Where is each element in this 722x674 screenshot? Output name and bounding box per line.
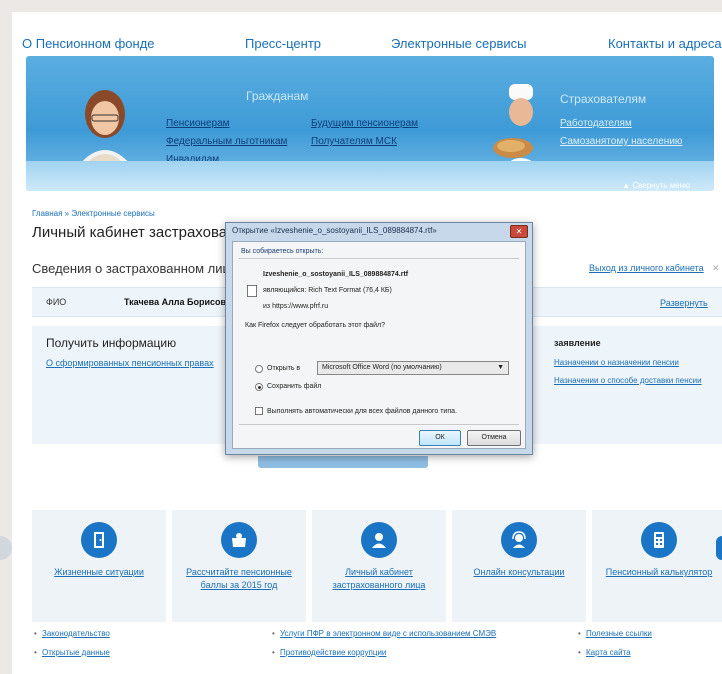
dialog-body: Вы собираетесь открыть: Izveshenie_o_sos… bbox=[232, 241, 526, 449]
footer-link-useful[interactable]: Полезные ссылки bbox=[586, 629, 652, 638]
document-icon bbox=[247, 285, 257, 297]
minimize-menu-link[interactable]: ▲ Свернуть меню bbox=[622, 181, 690, 190]
bullet: • bbox=[34, 629, 37, 638]
wallet-icon bbox=[221, 522, 257, 558]
exit-icon[interactable]: ✕ bbox=[712, 263, 720, 274]
close-icon[interactable]: ✕ bbox=[510, 225, 528, 238]
woman-photo bbox=[78, 90, 132, 166]
open-with-value: Microsoft Office Word (по умолчанию) bbox=[322, 364, 442, 371]
application-title: заявление bbox=[554, 338, 601, 348]
service-card-calculator[interactable]: Пенсионный калькулятор bbox=[592, 510, 722, 622]
service-card-life-situations[interactable]: Жизненные ситуации bbox=[32, 510, 166, 622]
service-label[interactable]: Пенсионный калькулятор bbox=[596, 566, 722, 579]
service-card-online-consult[interactable]: Онлайн консультации bbox=[452, 510, 586, 622]
user-icon bbox=[361, 522, 397, 558]
operator-icon bbox=[501, 522, 537, 558]
citizens-link-pensioners[interactable]: Пенсионерам bbox=[166, 118, 230, 129]
auto-action-label[interactable]: Выполнять автоматически для всех файлов … bbox=[267, 408, 457, 415]
nav-about-link[interactable]: О Пенсионном фонде bbox=[22, 36, 155, 51]
insurers-link-selfemployed[interactable]: Самозанятому населению bbox=[560, 136, 682, 147]
cancel-button[interactable]: Отмена bbox=[467, 430, 521, 446]
dialog-title: Открытие «Izveshenie_o_sostoyanii_ILS_08… bbox=[232, 226, 437, 235]
footer-link-opendata[interactable]: Открытые данные bbox=[42, 648, 110, 657]
bullet: • bbox=[578, 648, 581, 657]
services-carousel: Жизненные ситуации Рассчитайте пенсионны… bbox=[32, 510, 722, 622]
menu-banner: Гражданам Пенсионерам Будущим пенсионера… bbox=[26, 56, 714, 191]
pension-rights-link[interactable]: О сформированных пенсионных правах bbox=[46, 358, 214, 368]
service-label[interactable]: Личный кабинет застрахованного лица bbox=[316, 566, 442, 592]
calculator-icon bbox=[641, 522, 677, 558]
citizens-link-future[interactable]: Будущим пенсионерам bbox=[311, 118, 418, 129]
insurers-link-employers[interactable]: Работодателям bbox=[560, 118, 632, 129]
download-dialog: Открытие «Izveshenie_o_sostoyanii_ILS_08… bbox=[225, 222, 533, 455]
open-with-select[interactable]: Microsoft Office Word (по умолчанию) ▼ bbox=[317, 361, 509, 375]
service-label[interactable]: Жизненные ситуации bbox=[36, 566, 162, 579]
nav-eservices-link[interactable]: Электронные сервисы bbox=[391, 36, 527, 51]
banner-bottom-band bbox=[26, 161, 714, 191]
dialog-window: Открытие «Izveshenie_o_sostoyanii_ILS_08… bbox=[225, 222, 533, 455]
file-source: из https://www.pfrf.ru bbox=[263, 303, 329, 310]
door-icon bbox=[81, 522, 117, 558]
footer-link-anticorruption[interactable]: Противодействие коррупции bbox=[280, 648, 386, 657]
save-file-label[interactable]: Сохранить файл bbox=[267, 383, 321, 390]
expand-link[interactable]: Развернуть bbox=[660, 298, 708, 308]
open-with-radio[interactable] bbox=[255, 365, 263, 373]
save-file-radio[interactable] bbox=[255, 383, 263, 391]
opening-label: Вы собираетесь открыть: bbox=[241, 248, 324, 255]
citizens-title: Гражданам bbox=[246, 89, 309, 103]
bullet: • bbox=[578, 629, 581, 638]
auto-action-checkbox[interactable] bbox=[255, 407, 263, 415]
ok-button[interactable]: ОК bbox=[419, 430, 461, 446]
service-label[interactable]: Онлайн консультации bbox=[456, 566, 582, 579]
service-label[interactable]: Рассчитайте пенсионные баллы за 2015 год bbox=[176, 566, 302, 592]
footer-link-sitemap[interactable]: Карта сайта bbox=[586, 648, 631, 657]
fio-label: ФИО bbox=[46, 297, 67, 307]
nav-contacts-link[interactable]: Контакты и адреса bbox=[608, 36, 722, 51]
top-navigation: О Пенсионном фонде Пресс-центр Электронн… bbox=[12, 36, 722, 56]
carousel-prev-arrow[interactable] bbox=[0, 536, 12, 560]
footer-link-smev[interactable]: Услуги ПФР в электронном виде с использо… bbox=[280, 629, 496, 638]
bullet: • bbox=[272, 648, 275, 657]
nav-press-link[interactable]: Пресс-центр bbox=[245, 36, 321, 51]
service-card-personal-cabinet[interactable]: Личный кабинет застрахованного лица bbox=[312, 510, 446, 622]
footer-link-legislation[interactable]: Законодательство bbox=[42, 629, 110, 638]
bullet: • bbox=[34, 648, 37, 657]
section-title: Сведения о застрахованном лице bbox=[32, 261, 238, 276]
insurers-title: Страхователям bbox=[560, 92, 647, 106]
open-with-label[interactable]: Открыть в bbox=[267, 365, 300, 372]
exit-cabinet-link[interactable]: Выход из личного кабинета bbox=[589, 263, 704, 273]
divider bbox=[239, 424, 519, 425]
application-link-delivery[interactable]: Назначении о способе доставки пенсии bbox=[554, 376, 702, 385]
divider bbox=[239, 258, 519, 259]
breadcrumb[interactable]: Главная » Электронные сервисы bbox=[32, 209, 155, 218]
service-card-pension-points[interactable]: Рассчитайте пенсионные баллы за 2015 год bbox=[172, 510, 306, 622]
carousel-next-arrow[interactable] bbox=[716, 536, 722, 560]
file-type: являющийся: Rich Text Format (76,4 КБ) bbox=[263, 287, 392, 294]
file-name: Izveshenie_o_sostoyanii_ILS_089884874.rt… bbox=[263, 271, 409, 278]
handling-question: Как Firefox следует обработать этот файл… bbox=[245, 322, 386, 329]
application-link-pension[interactable]: Назначении о назначении пенсии bbox=[554, 358, 679, 367]
citizens-link-msk[interactable]: Получателям МСК bbox=[311, 136, 397, 147]
citizens-link-federal[interactable]: Федеральным льготникам bbox=[166, 136, 287, 147]
bullet: • bbox=[272, 629, 275, 638]
chevron-down-icon: ▼ bbox=[497, 364, 504, 371]
fio-value: Ткачева Алла Борисовна bbox=[124, 297, 237, 307]
dialog-shadow-bar bbox=[258, 456, 428, 468]
info-title: Получить информацию bbox=[46, 336, 177, 350]
